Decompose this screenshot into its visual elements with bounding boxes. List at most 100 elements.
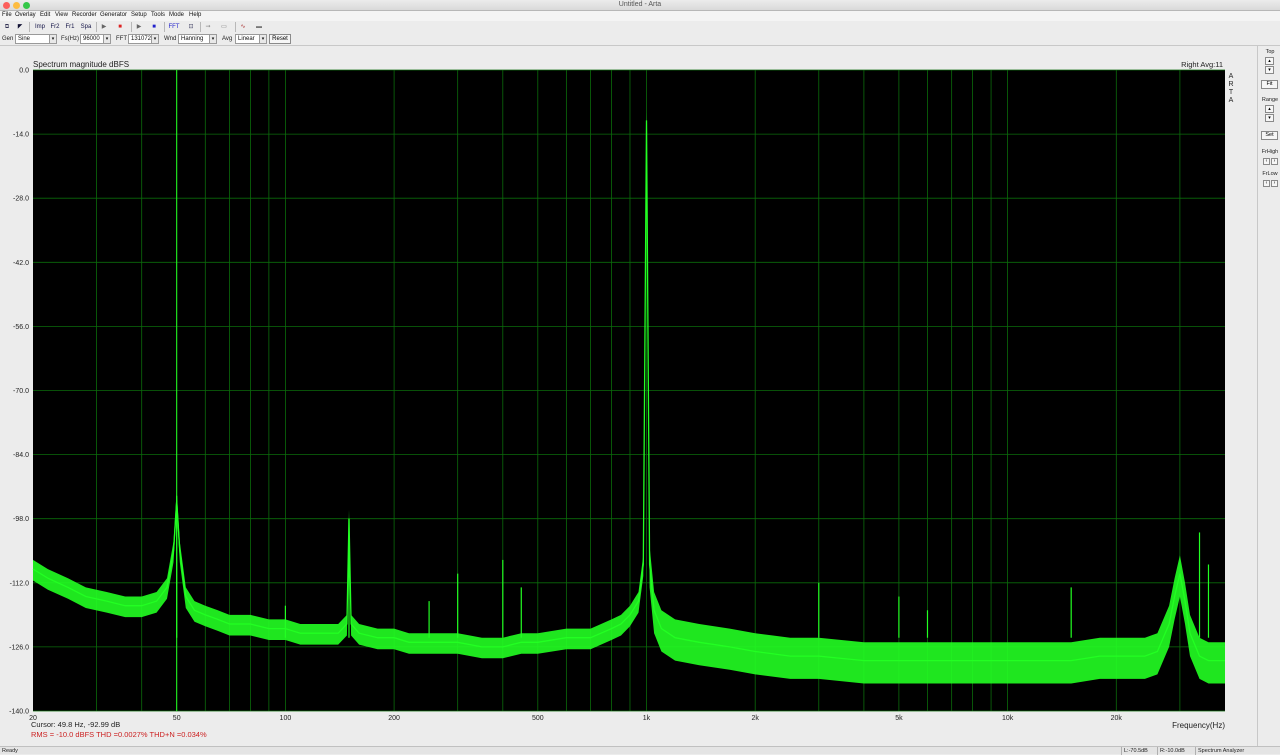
set-button[interactable]: Set xyxy=(1261,131,1278,140)
menu-overlay[interactable]: Overlay xyxy=(15,12,36,18)
frhigh-label: FrHigh xyxy=(1261,149,1279,155)
range-down-button[interactable]: ▾ xyxy=(1265,114,1274,122)
stats-readout: RMS = -10.0 dBFS THD =0.0027% THD+N =0.0… xyxy=(31,730,207,739)
chevron-down-icon: ▾ xyxy=(49,35,56,43)
x-tick-label: 5k xyxy=(895,715,903,722)
menu-recorder[interactable]: Recorder xyxy=(72,12,97,18)
play2-icon[interactable]: ▶ xyxy=(134,22,144,32)
stop2-icon[interactable]: ■ xyxy=(149,22,159,32)
toolbar: ⧉ ◤ Imp Fr2 Fr1 Spa ▶ ■ ▶ ■ FFT ⊡ ⇝ ▭ ∿ ▬ xyxy=(0,21,1280,33)
y-tick-label: -140.0 xyxy=(9,709,29,716)
wnd-select[interactable]: Hanning ▾ xyxy=(178,34,217,44)
toolbar-separator xyxy=(235,22,236,32)
y-tick-label: -84.0 xyxy=(13,452,29,459)
menu-view[interactable]: View xyxy=(55,12,68,18)
x-tick-label: 500 xyxy=(532,715,544,722)
menu-tools[interactable]: Tools xyxy=(151,12,165,18)
x-axis-label: Frequency(Hz) xyxy=(1172,721,1225,730)
cursor-readout: Cursor: 49.8 Hz, -92.99 dB xyxy=(31,720,120,729)
fr1-button[interactable]: Fr1 xyxy=(63,22,77,32)
open-icon[interactable]: ⧉ xyxy=(2,22,12,32)
fft-icon[interactable]: FFT xyxy=(167,22,181,32)
fr2-button[interactable]: Fr2 xyxy=(48,22,62,32)
y-tick-label: -56.0 xyxy=(13,324,29,331)
x-tick-label: 200 xyxy=(388,715,400,722)
pointer-icon[interactable]: ◤ xyxy=(15,22,25,32)
title-bar: Untitled - Arta xyxy=(0,0,1280,11)
zoom-icon[interactable]: ⊡ xyxy=(186,22,196,32)
x-tick-label: 20k xyxy=(1111,715,1123,722)
menu-mode[interactable]: Mode xyxy=(169,12,184,18)
x-tick-label: 50 xyxy=(173,715,181,722)
toolbar-separator xyxy=(200,22,201,32)
chevron-down-icon: ▾ xyxy=(103,35,110,43)
avg-select[interactable]: Linear ▾ xyxy=(235,34,267,44)
x-tick-label: 100 xyxy=(280,715,292,722)
chevron-down-icon: ▾ xyxy=(259,35,266,43)
chevron-down-icon: ▾ xyxy=(151,35,158,43)
spectrum-chart[interactable]: 0.0 -14.0 -28.0 -42.0 -56.0 -70.0 -84.0 -98.0 -1… xyxy=(0,46,1257,746)
stop-icon[interactable]: ■ xyxy=(115,22,125,32)
y-tick-label: -28.0 xyxy=(13,196,29,203)
reset-button[interactable]: Reset xyxy=(269,34,291,44)
y-tick-label: -98.0 xyxy=(13,516,29,523)
x-tick-label: 1k xyxy=(643,715,651,722)
scope-icon[interactable]: ∿ xyxy=(238,22,248,32)
y-tick-label: -70.0 xyxy=(13,388,29,395)
signal-icon[interactable]: ⇝ xyxy=(203,22,213,32)
plot-title: Spectrum magnitude dBFS xyxy=(33,60,129,69)
gen-label: Gen xyxy=(2,36,14,42)
menu-bar: File Overlay Edit View Recorder Generator Setu… xyxy=(0,11,1280,21)
y-tick-label: 0.0 xyxy=(19,68,29,75)
top-down-button[interactable]: ▾ xyxy=(1265,66,1274,74)
gen-select[interactable]: Sine ▾ xyxy=(15,34,57,44)
frlow-left-button[interactable]: ‹ xyxy=(1263,180,1270,187)
avg-label: Avg xyxy=(222,36,233,42)
y-tick-label: -112.0 xyxy=(10,580,29,587)
top-up-button[interactable]: ▴ xyxy=(1265,57,1274,65)
range-up-button[interactable]: ▴ xyxy=(1265,105,1274,113)
x-tick-label: 10k xyxy=(1002,715,1014,722)
arta-watermark-letter: A xyxy=(1229,73,1234,80)
menu-setup[interactable]: Setup xyxy=(131,12,147,18)
toolbar-separator xyxy=(29,22,30,32)
toolbar-separator xyxy=(164,22,165,32)
fit-button[interactable]: Fit xyxy=(1261,80,1278,89)
arta-watermark-letter: T xyxy=(1229,89,1234,96)
fft-label: FFT xyxy=(116,36,127,42)
fs-select[interactable]: 96000 ▾ xyxy=(80,34,111,44)
frlow-label: FrLow xyxy=(1262,171,1278,177)
fft-select[interactable]: 131072 ▾ xyxy=(128,34,159,44)
top-label: Top xyxy=(1265,49,1275,55)
y-tick-label: -14.0 xyxy=(13,132,29,139)
range-label: Range xyxy=(1261,97,1279,103)
arta-watermark-letter: A xyxy=(1229,97,1234,104)
window-title: Untitled - Arta xyxy=(618,1,662,8)
status-bar: Ready L:-70.5dB R:-10.0dB Spectrum Analy… xyxy=(0,746,1280,755)
control-bar: Gen Sine ▾ Fs(Hz) 96000 ▾ FFT 131072 ▾ Wnd … xyxy=(0,33,1280,46)
spa-button[interactable]: Spa xyxy=(79,22,93,32)
toolbar-separator xyxy=(96,22,97,32)
channel-avg-readout: Right Avg:11 xyxy=(1181,60,1223,69)
play-icon[interactable]: ▶ xyxy=(99,22,109,32)
spectrum-plot-svg[interactable]: 0.0 -14.0 -28.0 -42.0 -56.0 -70.0 -84.0 -98.0 -1… xyxy=(0,46,1257,746)
menu-edit[interactable]: Edit xyxy=(40,12,50,18)
record-icon[interactable]: ▬ xyxy=(254,22,264,32)
menu-help[interactable]: Help xyxy=(189,12,201,18)
toolbar-separator xyxy=(131,22,132,32)
menu-generator[interactable]: Generator xyxy=(100,12,127,18)
chevron-down-icon: ▾ xyxy=(209,35,216,43)
right-control-panel: Top ▴ ▾ Fit Range ▴ ▾ Set FrHigh ‹ › FrL… xyxy=(1257,46,1280,746)
frhigh-left-button[interactable]: ‹ xyxy=(1263,158,1270,165)
fs-label: Fs(Hz) xyxy=(61,36,79,42)
frhigh-right-button[interactable]: › xyxy=(1271,158,1278,165)
meter-icon[interactable]: ▭ xyxy=(219,22,229,32)
frlow-right-button[interactable]: › xyxy=(1271,180,1278,187)
menu-file[interactable]: File xyxy=(2,12,12,18)
y-tick-label: -126.0 xyxy=(9,644,29,651)
wnd-label: Wnd xyxy=(164,36,177,42)
y-tick-label: -42.0 xyxy=(13,260,29,267)
imp-button[interactable]: Imp xyxy=(33,22,47,32)
arta-watermark-letter: R xyxy=(1228,81,1233,88)
app-window: Untitled - Arta File Overlay Edit View Recor… xyxy=(0,0,1280,755)
